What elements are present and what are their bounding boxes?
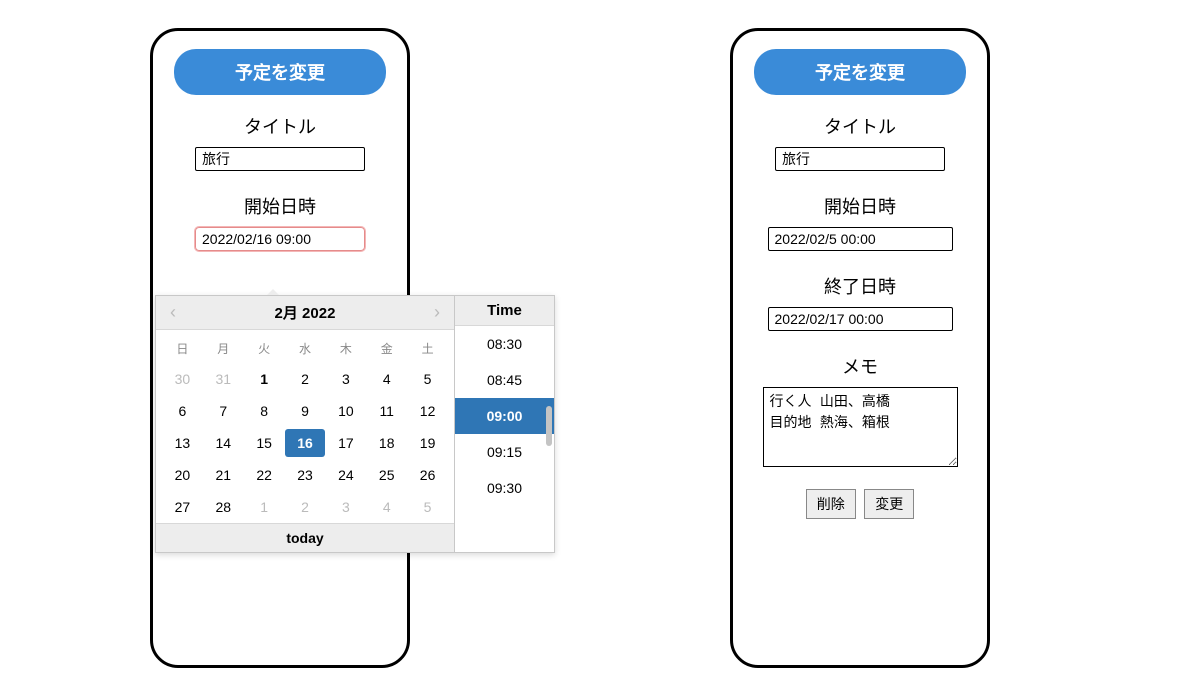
time-scrollbar-thumb[interactable]	[546, 406, 552, 446]
title-input[interactable]	[775, 147, 945, 171]
time-list[interactable]: 08:3008:4509:0009:1509:30	[455, 326, 554, 552]
header-change-button[interactable]: 予定を変更	[754, 49, 966, 95]
calendar-day[interactable]: 6	[162, 397, 203, 425]
calendar-day-selected[interactable]: 16	[285, 429, 326, 457]
picker-arrow-icon	[267, 289, 279, 295]
calendar-day[interactable]: 22	[244, 461, 285, 489]
title-field-group: タイトル	[745, 113, 975, 171]
calendar-day[interactable]: 1	[244, 365, 285, 393]
start-field-group: 開始日時	[745, 193, 975, 251]
phone-mock-right: 予定を変更 タイトル 開始日時 終了日時 メモ 削除 変更	[730, 28, 990, 668]
calendar-panel: ‹ 2月 2022 › 日月火水木金土303112345678910111213…	[155, 295, 455, 553]
calendar-day[interactable]: 27	[162, 493, 203, 521]
calendar-month-title: 2月 2022	[275, 302, 336, 323]
memo-textarea[interactable]	[763, 387, 958, 467]
calendar-day[interactable]: 13	[162, 429, 203, 457]
time-option[interactable]: 09:15	[455, 434, 554, 470]
calendar-day[interactable]: 12	[407, 397, 448, 425]
calendar-day[interactable]: 23	[285, 461, 326, 489]
time-option-selected[interactable]: 09:00	[455, 398, 554, 434]
calendar-header: ‹ 2月 2022 ›	[156, 296, 454, 330]
start-field-group: 開始日時	[165, 193, 395, 251]
today-button[interactable]: today	[156, 523, 454, 552]
calendar-dow: 木	[325, 336, 366, 361]
calendar-day[interactable]: 26	[407, 461, 448, 489]
calendar-day[interactable]: 8	[244, 397, 285, 425]
start-datetime-input[interactable]	[195, 227, 365, 251]
calendar-day[interactable]: 4	[366, 493, 407, 521]
calendar-dow: 日	[162, 336, 203, 361]
action-button-row: 削除 変更	[745, 489, 975, 519]
datetime-picker: ‹ 2月 2022 › 日月火水木金土303112345678910111213…	[155, 295, 555, 553]
calendar-day[interactable]: 5	[407, 493, 448, 521]
calendar-grid: 日月火水木金土303112345678910111213141516171819…	[156, 330, 454, 523]
calendar-day[interactable]: 4	[366, 365, 407, 393]
prev-month-icon[interactable]: ‹	[164, 302, 182, 323]
calendar-day[interactable]: 31	[203, 365, 244, 393]
calendar-day[interactable]: 24	[325, 461, 366, 489]
calendar-day[interactable]: 5	[407, 365, 448, 393]
end-field-group: 終了日時	[745, 273, 975, 331]
calendar-day[interactable]: 20	[162, 461, 203, 489]
calendar-dow: 金	[366, 336, 407, 361]
calendar-day[interactable]: 17	[325, 429, 366, 457]
calendar-day[interactable]: 3	[325, 493, 366, 521]
calendar-dow: 火	[244, 336, 285, 361]
calendar-day[interactable]: 19	[407, 429, 448, 457]
memo-field-group: メモ	[745, 353, 975, 467]
calendar-day[interactable]: 2	[285, 365, 326, 393]
calendar-day[interactable]: 14	[203, 429, 244, 457]
header-change-button[interactable]: 予定を変更	[174, 49, 386, 95]
calendar-day[interactable]: 9	[285, 397, 326, 425]
calendar-day[interactable]: 10	[325, 397, 366, 425]
calendar-day[interactable]: 21	[203, 461, 244, 489]
title-input[interactable]	[195, 147, 365, 171]
title-label: タイトル	[165, 113, 395, 139]
time-header: Time	[455, 296, 554, 326]
delete-button[interactable]: 削除	[806, 489, 856, 519]
memo-label: メモ	[745, 353, 975, 379]
calendar-day[interactable]: 7	[203, 397, 244, 425]
calendar-day[interactable]: 28	[203, 493, 244, 521]
calendar-dow: 水	[285, 336, 326, 361]
start-datetime-input[interactable]	[768, 227, 953, 251]
time-option[interactable]: 08:45	[455, 362, 554, 398]
calendar-day[interactable]: 18	[366, 429, 407, 457]
time-option[interactable]: 08:30	[455, 326, 554, 362]
time-option[interactable]: 09:30	[455, 470, 554, 506]
calendar-day[interactable]: 25	[366, 461, 407, 489]
title-field-group: タイトル	[165, 113, 395, 171]
start-datetime-label: 開始日時	[745, 193, 975, 219]
calendar-day[interactable]: 15	[244, 429, 285, 457]
calendar-day[interactable]: 30	[162, 365, 203, 393]
calendar-dow: 土	[407, 336, 448, 361]
calendar-day[interactable]: 3	[325, 365, 366, 393]
end-datetime-label: 終了日時	[745, 273, 975, 299]
update-button[interactable]: 変更	[864, 489, 914, 519]
start-datetime-label: 開始日時	[165, 193, 395, 219]
time-panel: Time 08:3008:4509:0009:1509:30	[455, 295, 555, 553]
calendar-day[interactable]: 2	[285, 493, 326, 521]
next-month-icon[interactable]: ›	[428, 302, 446, 323]
end-datetime-input[interactable]	[768, 307, 953, 331]
calendar-day[interactable]: 1	[244, 493, 285, 521]
title-label: タイトル	[745, 113, 975, 139]
calendar-day[interactable]: 11	[366, 397, 407, 425]
calendar-dow: 月	[203, 336, 244, 361]
